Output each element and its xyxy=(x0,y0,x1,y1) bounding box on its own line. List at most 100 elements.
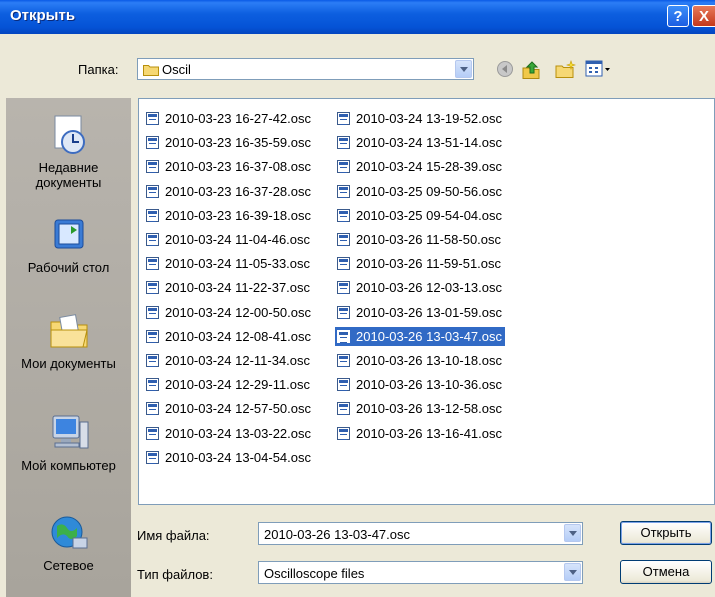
osc-file-icon xyxy=(146,257,159,270)
osc-file-icon xyxy=(337,233,350,246)
file-item[interactable]: 2010-03-24 13-19-52.osc xyxy=(335,109,505,128)
folder-combo[interactable]: Oscil xyxy=(137,58,474,80)
filename-dropdown-arrow[interactable] xyxy=(564,524,581,542)
file-list[interactable]: 2010-03-23 16-27-42.osc 2010-03-23 16-35-… xyxy=(138,98,715,505)
file-item[interactable]: 2010-03-25 09-54-04.osc xyxy=(335,206,505,225)
filetype-select[interactable]: Oscilloscope files xyxy=(258,561,583,584)
file-name: 2010-03-26 11-59-51.osc xyxy=(356,256,502,271)
file-item[interactable]: 2010-03-24 12-11-34.osc xyxy=(144,351,313,370)
place-my-documents[interactable]: Мои документы xyxy=(6,310,131,371)
file-name: 2010-03-24 12-11-34.osc xyxy=(165,353,311,368)
file-item[interactable]: 2010-03-23 16-39-18.osc xyxy=(144,206,314,225)
osc-file-icon xyxy=(146,330,159,343)
folder-value: Oscil xyxy=(162,62,191,77)
place-recent[interactable]: Недавние документы xyxy=(6,112,131,190)
help-button[interactable]: ? xyxy=(667,5,689,27)
file-item[interactable]: 2010-03-24 12-57-50.osc xyxy=(144,399,314,418)
filename-input[interactable]: 2010-03-26 13-03-47.osc xyxy=(258,522,583,545)
file-name: 2010-03-24 12-00-50.osc xyxy=(165,305,311,320)
folder-icon xyxy=(143,65,159,76)
osc-file-icon xyxy=(146,402,159,415)
osc-file-icon xyxy=(146,378,159,391)
cancel-button[interactable]: Отмена xyxy=(620,560,712,584)
osc-file-icon xyxy=(146,281,159,294)
place-label: Недавние документы xyxy=(35,160,102,190)
osc-file-icon xyxy=(337,306,350,319)
osc-file-icon xyxy=(337,281,350,294)
filetype-dropdown-arrow[interactable] xyxy=(564,563,581,581)
file-item[interactable]: 2010-03-26 13-10-18.osc xyxy=(335,351,505,370)
osc-file-icon xyxy=(337,209,350,222)
file-name: 2010-03-26 13-12-58.osc xyxy=(356,401,502,416)
help-icon: ? xyxy=(673,8,683,25)
recent-documents-icon xyxy=(54,115,85,154)
file-item[interactable]: 2010-03-24 11-22-37.osc xyxy=(144,278,313,297)
file-item[interactable]: 2010-03-26 13-10-36.osc xyxy=(335,375,505,394)
file-item[interactable]: 2010-03-26 12-03-13.osc xyxy=(335,278,505,297)
open-button[interactable]: Открыть xyxy=(620,521,712,545)
folder-dropdown-arrow[interactable] xyxy=(455,60,472,78)
file-name: 2010-03-26 13-10-36.osc xyxy=(356,377,502,392)
file-item[interactable]: 2010-03-24 12-29-11.osc xyxy=(144,375,313,394)
place-label: Мои документы xyxy=(21,356,116,371)
file-name: 2010-03-26 13-01-59.osc xyxy=(356,305,502,320)
file-item[interactable]: 2010-03-24 13-51-14.osc xyxy=(335,133,505,152)
file-name: 2010-03-24 13-19-52.osc xyxy=(356,111,502,126)
place-network[interactable]: Сетевое xyxy=(6,512,131,573)
place-my-computer[interactable]: Мой компьютер xyxy=(6,412,131,473)
file-name: 2010-03-23 16-37-28.osc xyxy=(165,184,311,199)
file-name: 2010-03-24 12-29-11.osc xyxy=(165,377,311,392)
up-folder-button[interactable] xyxy=(521,60,541,83)
place-label: Сетевое xyxy=(43,558,94,573)
file-item[interactable]: 2010-03-24 13-03-22.osc xyxy=(144,424,314,443)
file-item[interactable]: 2010-03-24 11-04-46.osc xyxy=(144,230,313,249)
file-name: 2010-03-23 16-35-59.osc xyxy=(165,135,311,150)
file-item[interactable]: 2010-03-26 11-59-51.osc xyxy=(335,254,504,273)
close-button[interactable]: X xyxy=(692,5,715,27)
folder-label: Папка: xyxy=(78,62,119,77)
file-name: 2010-03-25 09-54-04.osc xyxy=(356,208,502,223)
osc-file-icon xyxy=(337,402,350,415)
back-button[interactable] xyxy=(496,60,514,81)
file-item[interactable]: 2010-03-23 16-37-08.osc xyxy=(144,157,314,176)
file-name: 2010-03-24 13-51-14.osc xyxy=(356,135,502,150)
filetype-value: Oscilloscope files xyxy=(264,566,365,581)
file-item[interactable]: 2010-03-23 16-35-59.osc xyxy=(144,133,314,152)
osc-file-icon xyxy=(146,185,159,198)
title-bar[interactable]: Открыть ? X xyxy=(0,0,715,34)
file-name: 2010-03-24 13-04-54.osc xyxy=(165,450,311,465)
view-menu-icon xyxy=(585,60,610,77)
file-item[interactable]: 2010-03-26 13-03-47.osc xyxy=(335,327,505,346)
file-item[interactable]: 2010-03-24 12-00-50.osc xyxy=(144,303,314,322)
file-item[interactable]: 2010-03-24 11-05-33.osc xyxy=(144,254,313,273)
osc-file-icon xyxy=(146,427,159,440)
file-item[interactable]: 2010-03-26 13-12-58.osc xyxy=(335,399,505,418)
file-item[interactable]: 2010-03-23 16-37-28.osc xyxy=(144,182,314,201)
osc-file-icon xyxy=(337,354,350,367)
place-label: Рабочий стол xyxy=(27,260,110,275)
place-desktop[interactable]: Рабочий стол xyxy=(6,216,131,275)
file-item[interactable]: 2010-03-26 11-58-50.osc xyxy=(335,230,504,249)
osc-file-icon xyxy=(337,160,350,173)
file-item[interactable]: 2010-03-24 12-08-41.osc xyxy=(144,327,314,346)
file-name: 2010-03-24 11-04-46.osc xyxy=(165,232,311,247)
file-name: 2010-03-26 12-03-13.osc xyxy=(356,280,502,295)
file-item[interactable]: 2010-03-25 09-50-56.osc xyxy=(335,182,505,201)
file-item[interactable]: 2010-03-24 13-04-54.osc xyxy=(144,448,314,467)
my-computer-icon xyxy=(52,415,88,449)
view-menu-button[interactable] xyxy=(585,60,611,81)
file-item[interactable]: 2010-03-26 13-16-41.osc xyxy=(335,424,505,443)
file-item[interactable]: 2010-03-26 13-01-59.osc xyxy=(335,303,505,322)
osc-file-icon xyxy=(146,209,159,222)
new-folder-button[interactable] xyxy=(555,60,577,83)
window-title: Открыть xyxy=(10,7,76,24)
filename-value: 2010-03-26 13-03-47.osc xyxy=(264,527,410,542)
my-documents-icon xyxy=(50,314,88,348)
file-item[interactable]: 2010-03-23 16-27-42.osc xyxy=(144,109,314,128)
osc-file-icon xyxy=(146,354,159,367)
osc-file-icon xyxy=(146,160,159,173)
file-item[interactable]: 2010-03-24 15-28-39.osc xyxy=(335,157,505,176)
filetype-label: Тип файлов: xyxy=(137,567,213,582)
desktop-icon xyxy=(54,219,83,249)
osc-file-icon xyxy=(337,427,350,440)
